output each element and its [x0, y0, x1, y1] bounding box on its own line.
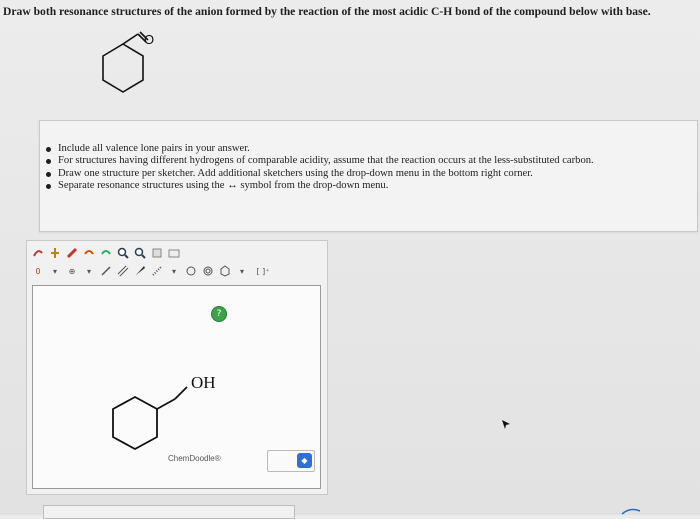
- instruction-item: Include all valence lone pairs in your a…: [46, 143, 697, 155]
- redo-icon[interactable]: [99, 247, 113, 259]
- charge-selector[interactable]: 0: [31, 265, 45, 277]
- benzene-ring-icon[interactable]: [201, 265, 215, 277]
- help-icon[interactable]: ?: [211, 306, 227, 322]
- single-bond-icon[interactable]: [99, 265, 113, 277]
- cyclohexanecarbaldehyde-structure: O: [102, 31, 154, 93]
- chevron-down-icon[interactable]: ▾: [167, 265, 181, 277]
- instructions-panel: Include all valence lone pairs in your a…: [39, 120, 698, 232]
- periodic-table-icon[interactable]: [167, 247, 181, 259]
- chevron-down-icon[interactable]: ▾: [48, 265, 62, 277]
- instruction-item: Draw one structure per sketcher. Add add…: [46, 168, 697, 180]
- undo-icon[interactable]: [82, 247, 96, 259]
- toolbar-row-2: 0 ▾ ⊕ ▾ ▾ ▾ [ ]⁺: [31, 263, 274, 279]
- instruction-item: For structures having different hydrogen…: [46, 155, 697, 167]
- wedge-bond-icon[interactable]: [133, 265, 147, 277]
- corner-arc-icon: [621, 508, 641, 515]
- chemdoodle-logo: ChemDoodle®: [168, 454, 221, 463]
- next-sketcher-frame: [43, 505, 295, 519]
- ring-icon[interactable]: [184, 265, 198, 277]
- carbonyl-oxygen-label: O: [144, 32, 154, 47]
- add-sketcher-dropdown[interactable]: ◆: [267, 450, 315, 472]
- question-text: Draw both resonance structures of the an…: [3, 5, 651, 18]
- zoom-out-icon[interactable]: [133, 247, 147, 259]
- lasso-icon[interactable]: [31, 247, 45, 259]
- chevron-down-icon[interactable]: ▾: [82, 265, 96, 277]
- hash-bond-icon[interactable]: [150, 265, 164, 277]
- cyclohexane-ring-icon[interactable]: [218, 265, 232, 277]
- chevron-down-icon[interactable]: ▾: [235, 265, 249, 277]
- clean-icon[interactable]: [150, 247, 164, 259]
- erase-icon[interactable]: [65, 247, 79, 259]
- move-icon[interactable]: [48, 247, 62, 259]
- add-charge-icon[interactable]: ⊕: [65, 265, 79, 277]
- mouse-cursor-icon: [502, 420, 510, 429]
- hydroxyl-label: OH: [191, 373, 216, 392]
- instruction-item: Separate resonance structures using the …: [46, 180, 697, 192]
- double-bond-icon[interactable]: [116, 265, 130, 277]
- zoom-in-icon[interactable]: [116, 247, 130, 259]
- toolbar-row-1: [31, 245, 181, 261]
- bracket-tool-button[interactable]: [ ]⁺: [252, 265, 274, 277]
- up-down-arrow-icon[interactable]: ◆: [297, 453, 312, 468]
